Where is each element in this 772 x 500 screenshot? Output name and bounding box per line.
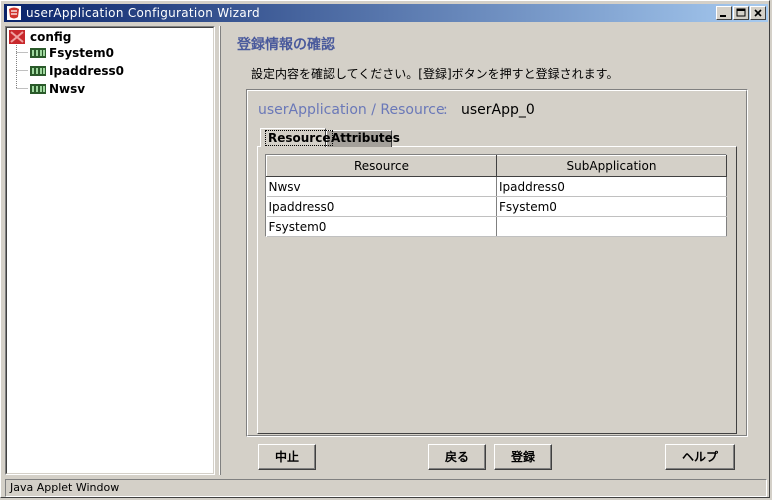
- table-cell[interactable]: Fsystem0: [266, 216, 497, 237]
- resource-icon: [30, 83, 46, 98]
- page-title: 登録情報の確認: [237, 37, 335, 53]
- resource-path-label: userApplication / Resource: [258, 102, 445, 118]
- abort-button[interactable]: 中止: [258, 444, 316, 470]
- tree-item-nwsv[interactable]: Nwsv: [49, 81, 85, 97]
- tree-item-fsystem0[interactable]: Fsystem0: [49, 45, 114, 61]
- table-row[interactable]: Ipaddress0 Fsystem0: [266, 196, 727, 217]
- button-bevel: [495, 445, 551, 469]
- resource-table: Resource SubApplication Nwsv Ipaddress0 …: [265, 154, 727, 237]
- button-bevel: [666, 445, 734, 469]
- register-button[interactable]: 登録: [494, 444, 552, 470]
- tab-attributes-label: Attributes: [331, 131, 400, 145]
- maximize-button[interactable]: [733, 6, 749, 20]
- table-cell[interactable]: Ipaddress0: [496, 176, 727, 197]
- resource-icon: [30, 65, 46, 80]
- table-row[interactable]: Fsystem0: [266, 216, 727, 237]
- button-bevel: [259, 445, 315, 469]
- app-window: userApplication Configuration Wizard con…: [0, 0, 770, 498]
- close-button[interactable]: [750, 6, 766, 20]
- minimize-button[interactable]: [716, 6, 732, 20]
- instruction-text: 設定内容を確認してください。[登録]ボタンを押すと登録されます。: [251, 67, 619, 81]
- table-cell[interactable]: Fsystem0: [496, 196, 727, 217]
- tab-resource[interactable]: Resource: [260, 128, 334, 147]
- table-row[interactable]: Nwsv Ipaddress0: [266, 176, 727, 197]
- help-button[interactable]: ヘルプ: [665, 444, 735, 470]
- split-pane-divider[interactable]: [216, 26, 224, 475]
- table-header-row: Resource SubApplication: [266, 155, 727, 177]
- resource-icon: [30, 47, 46, 62]
- status-bar: Java Applet Window: [5, 479, 767, 497]
- user-application-name: userApp_0: [461, 102, 535, 118]
- tab-resource-label: Resource: [265, 130, 334, 146]
- java-app-icon: [6, 5, 22, 21]
- window-title: userApplication Configuration Wizard: [26, 6, 260, 20]
- column-header-subapplication[interactable]: SubApplication: [496, 155, 727, 177]
- path-separator: :: [443, 102, 448, 118]
- config-root-icon: [9, 30, 25, 47]
- tab-attributes[interactable]: Attributes: [326, 130, 400, 147]
- table-cell[interactable]: Ipaddress0: [266, 196, 497, 217]
- button-bevel: [429, 445, 485, 469]
- tree-root-config[interactable]: config: [30, 29, 71, 45]
- column-header-resource[interactable]: Resource: [266, 155, 497, 177]
- divider-shadow: [220, 26, 221, 475]
- resource-tree-panel[interactable]: config Fsystem0 Ipaddress0 Nwsv: [5, 26, 215, 475]
- title-bar[interactable]: userApplication Configuration Wizard: [4, 4, 768, 22]
- table-cell[interactable]: [496, 216, 727, 237]
- back-button[interactable]: 戻る: [428, 444, 486, 470]
- tree-item-ipaddress0[interactable]: Ipaddress0: [49, 63, 124, 79]
- table-cell[interactable]: Nwsv: [266, 176, 497, 197]
